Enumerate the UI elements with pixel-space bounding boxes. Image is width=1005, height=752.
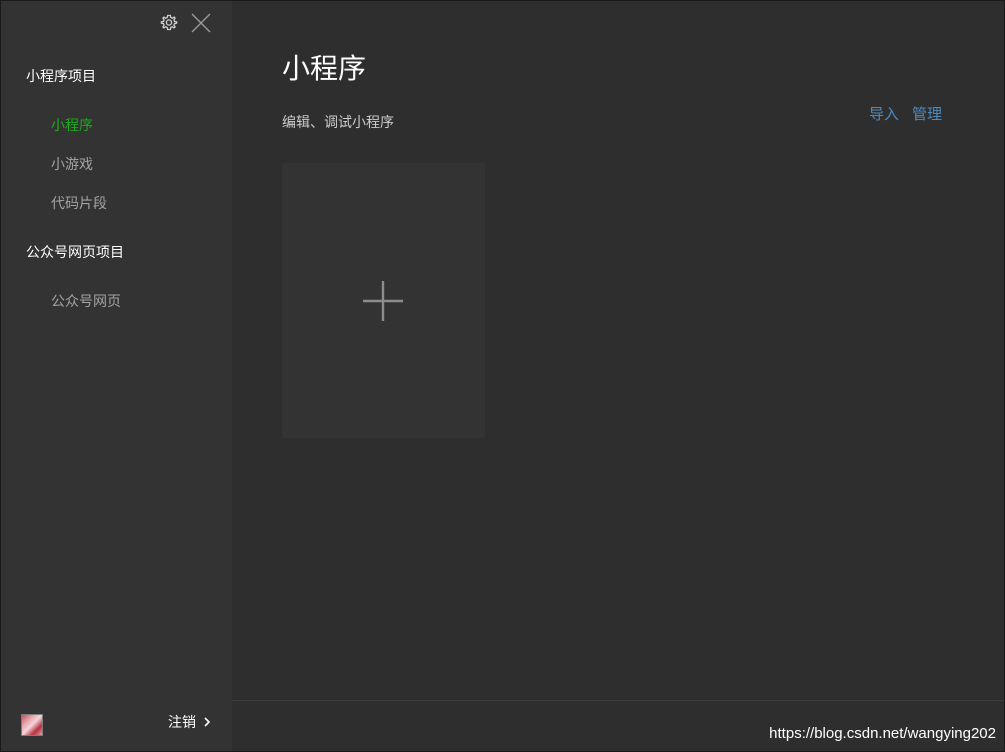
page-subtitle: 编辑、调试小程序 (282, 115, 394, 131)
window-controls (159, 12, 212, 34)
sidebar-footer: 注销 (1, 699, 232, 751)
sidebar-item-minigame[interactable]: 小游戏 (51, 154, 93, 174)
avatar[interactable] (21, 714, 43, 736)
app-window: 小程序项目 小程序 小游戏 代码片段 公众号网页项目 公众号网页 注销 小程序 … (0, 0, 1005, 752)
header-actions: 导入 管理 (869, 103, 942, 124)
gear-icon[interactable] (159, 13, 179, 33)
watermark-text: https://blog.csdn.net/wangying202 (769, 725, 996, 742)
sidebar: 小程序项目 小程序 小游戏 代码片段 公众号网页项目 公众号网页 注销 (1, 1, 232, 751)
logout-button[interactable]: 注销 (168, 712, 212, 732)
sidebar-item-miniprogram[interactable]: 小程序 (51, 115, 93, 135)
new-project-card[interactable] (282, 163, 485, 438)
close-icon[interactable] (190, 12, 212, 34)
section-title-miniprogram-projects: 小程序项目 (26, 69, 96, 85)
page-title: 小程序 (282, 52, 367, 85)
chevron-right-icon (204, 717, 211, 727)
import-link[interactable]: 导入 (869, 103, 899, 124)
bottom-bar: https://blog.csdn.net/wangying202 (232, 700, 1004, 751)
section-title-official-account-projects: 公众号网页项目 (26, 245, 124, 261)
manage-link[interactable]: 管理 (912, 103, 942, 124)
plus-icon (363, 281, 403, 321)
main-content: 小程序 编辑、调试小程序 导入 管理 (232, 1, 1004, 700)
logout-label: 注销 (168, 715, 196, 731)
sidebar-item-code-snippets[interactable]: 代码片段 (51, 193, 107, 213)
sidebar-item-official-account-web[interactable]: 公众号网页 (51, 291, 121, 311)
